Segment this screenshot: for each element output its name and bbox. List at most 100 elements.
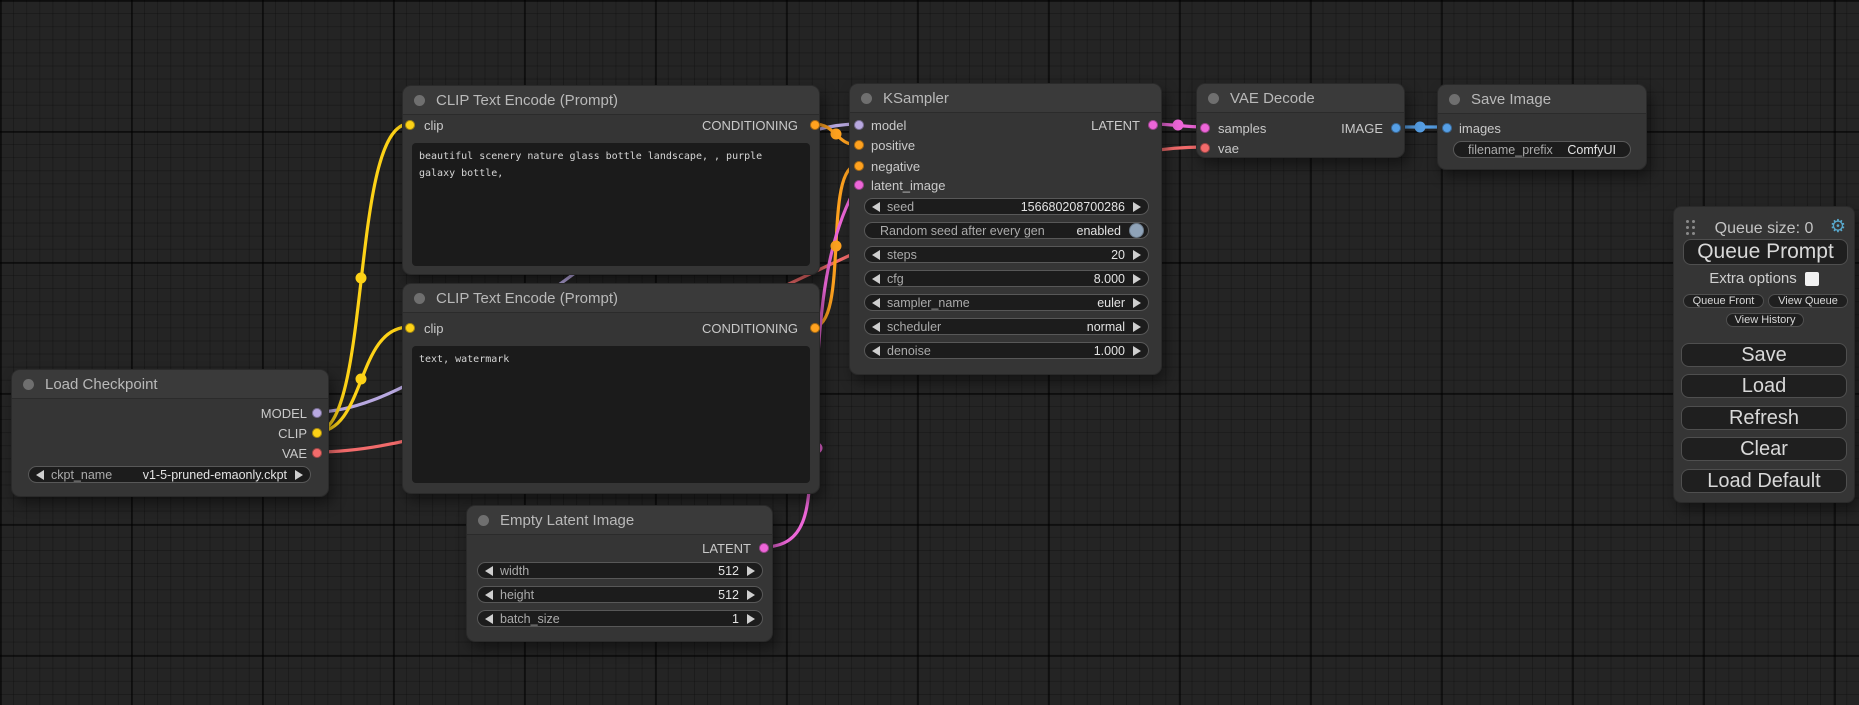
seed-widget[interactable]: seed 156680208700286 bbox=[864, 198, 1149, 215]
load-default-button[interactable]: Load Default bbox=[1681, 469, 1847, 493]
input-slot-images: images bbox=[1438, 118, 1501, 138]
clear-button[interactable]: Clear bbox=[1681, 437, 1847, 461]
input-slot-vae: vae bbox=[1197, 138, 1239, 158]
toggle-enabled-icon[interactable] bbox=[1129, 223, 1144, 238]
input-label: vae bbox=[1218, 141, 1239, 156]
cfg-widget[interactable]: cfg 8.000 bbox=[864, 270, 1149, 287]
view-history-button[interactable]: View History bbox=[1726, 313, 1804, 327]
steps-widget[interactable]: steps 20 bbox=[864, 246, 1149, 263]
increment-arrow-icon[interactable] bbox=[1133, 250, 1141, 260]
clip-input-port[interactable] bbox=[405, 323, 415, 333]
scheduler-widget[interactable]: scheduler normal bbox=[864, 318, 1149, 335]
node-graph-canvas[interactable]: Load Checkpoint MODEL CLIP VAE ckpt_name… bbox=[0, 0, 1859, 705]
denoise-widget[interactable]: denoise 1.000 bbox=[864, 342, 1149, 359]
output-label: CONDITIONING bbox=[702, 321, 798, 336]
increment-arrow-icon[interactable] bbox=[295, 470, 303, 480]
view-queue-button[interactable]: View Queue bbox=[1768, 294, 1848, 308]
increment-arrow-icon[interactable] bbox=[1133, 298, 1141, 308]
node-clip-text-encode-negative[interactable]: CLIP Text Encode (Prompt) clip CONDITION… bbox=[402, 283, 820, 494]
random-seed-toggle-widget[interactable]: Random seed after every gen enabled bbox=[864, 222, 1149, 239]
model-output-port[interactable] bbox=[312, 408, 322, 418]
ckpt-name-widget[interactable]: ckpt_name v1-5-pruned-emaonly.ckpt bbox=[28, 466, 311, 483]
conditioning-output-port[interactable] bbox=[810, 323, 820, 333]
increment-arrow-icon[interactable] bbox=[1133, 346, 1141, 356]
output-label: MODEL bbox=[261, 406, 307, 421]
output-label: LATENT bbox=[702, 541, 751, 556]
images-input-port[interactable] bbox=[1442, 123, 1452, 133]
positive-input-port[interactable] bbox=[854, 140, 864, 150]
widget-label: width bbox=[500, 564, 529, 578]
vae-output-port[interactable] bbox=[312, 448, 322, 458]
width-widget[interactable]: width 512 bbox=[477, 562, 763, 579]
output-slot-clip: CLIP bbox=[278, 423, 328, 443]
decrement-arrow-icon[interactable] bbox=[872, 250, 880, 260]
clip-output-port[interactable] bbox=[312, 428, 322, 438]
batch-size-widget[interactable]: batch_size 1 bbox=[477, 610, 763, 627]
output-slot-model: MODEL bbox=[261, 403, 328, 423]
input-slot-negative: negative bbox=[850, 156, 920, 176]
increment-arrow-icon[interactable] bbox=[747, 590, 755, 600]
collapse-dot-icon[interactable] bbox=[414, 95, 425, 106]
latent-image-input-port[interactable] bbox=[854, 180, 864, 190]
filename-prefix-widget[interactable]: filename_prefix ComfyUI bbox=[1453, 141, 1631, 158]
collapse-dot-icon[interactable] bbox=[414, 293, 425, 304]
decrement-arrow-icon[interactable] bbox=[36, 470, 44, 480]
save-button[interactable]: Save bbox=[1681, 343, 1847, 367]
decrement-arrow-icon[interactable] bbox=[872, 346, 880, 356]
negative-prompt-textarea[interactable]: text, watermark bbox=[412, 346, 810, 483]
latent-output-port[interactable] bbox=[1148, 120, 1158, 130]
collapse-dot-icon[interactable] bbox=[478, 515, 489, 526]
negative-input-port[interactable] bbox=[854, 161, 864, 171]
decrement-arrow-icon[interactable] bbox=[872, 202, 880, 212]
queue-prompt-button[interactable]: Queue Prompt bbox=[1683, 239, 1848, 265]
decrement-arrow-icon[interactable] bbox=[872, 322, 880, 332]
increment-arrow-icon[interactable] bbox=[1133, 202, 1141, 212]
widget-label: height bbox=[500, 588, 534, 602]
output-label: LATENT bbox=[1091, 118, 1140, 133]
node-vae-decode[interactable]: VAE Decode samples IMAGE vae bbox=[1196, 83, 1405, 158]
decrement-arrow-icon[interactable] bbox=[485, 590, 493, 600]
increment-arrow-icon[interactable] bbox=[1133, 322, 1141, 332]
increment-arrow-icon[interactable] bbox=[747, 614, 755, 624]
refresh-button[interactable]: Refresh bbox=[1681, 406, 1847, 430]
extra-options-checkbox[interactable] bbox=[1805, 272, 1819, 286]
decrement-arrow-icon[interactable] bbox=[872, 274, 880, 284]
clip-input-port[interactable] bbox=[405, 120, 415, 130]
gear-icon[interactable]: ⚙ bbox=[1830, 217, 1846, 235]
collapse-dot-icon[interactable] bbox=[23, 379, 34, 390]
node-clip-text-encode-positive[interactable]: CLIP Text Encode (Prompt) clip CONDITION… bbox=[402, 85, 820, 275]
node-ksampler[interactable]: KSampler model LATENT positive negative … bbox=[849, 83, 1162, 375]
collapse-dot-icon[interactable] bbox=[1208, 93, 1219, 104]
latent-output-port[interactable] bbox=[759, 543, 769, 553]
image-output-port[interactable] bbox=[1391, 123, 1401, 133]
samples-input-port[interactable] bbox=[1200, 123, 1210, 133]
link-midpoint-dot bbox=[356, 273, 367, 284]
decrement-arrow-icon[interactable] bbox=[485, 566, 493, 576]
input-label: positive bbox=[871, 138, 915, 153]
node-save-image[interactable]: Save Image images filename_prefix ComfyU… bbox=[1437, 84, 1647, 170]
node-empty-latent-image[interactable]: Empty Latent Image LATENT width 512 heig… bbox=[466, 505, 773, 642]
node-title: Empty Latent Image bbox=[500, 512, 634, 529]
increment-arrow-icon[interactable] bbox=[747, 566, 755, 576]
node-title-bar: VAE Decode bbox=[1197, 84, 1404, 113]
conditioning-output-port[interactable] bbox=[810, 120, 820, 130]
sampler-name-widget[interactable]: sampler_name euler bbox=[864, 294, 1149, 311]
decrement-arrow-icon[interactable] bbox=[872, 298, 880, 308]
decrement-arrow-icon[interactable] bbox=[485, 614, 493, 624]
vae-input-port[interactable] bbox=[1200, 143, 1210, 153]
collapse-dot-icon[interactable] bbox=[1449, 94, 1460, 105]
node-title: CLIP Text Encode (Prompt) bbox=[436, 290, 618, 307]
node-load-checkpoint[interactable]: Load Checkpoint MODEL CLIP VAE ckpt_name… bbox=[11, 369, 329, 497]
widget-label: filename_prefix bbox=[1468, 143, 1553, 157]
node-title: Save Image bbox=[1471, 91, 1551, 108]
widget-value: enabled bbox=[1045, 224, 1121, 238]
collapse-dot-icon[interactable] bbox=[861, 93, 872, 104]
load-button[interactable]: Load bbox=[1681, 374, 1847, 398]
model-input-port[interactable] bbox=[854, 120, 864, 130]
height-widget[interactable]: height 512 bbox=[477, 586, 763, 603]
positive-prompt-textarea[interactable]: beautiful scenery nature glass bottle la… bbox=[412, 143, 810, 266]
queue-front-button[interactable]: Queue Front bbox=[1683, 294, 1764, 308]
increment-arrow-icon[interactable] bbox=[1133, 274, 1141, 284]
widget-value: ComfyUI bbox=[1567, 143, 1616, 157]
output-label: IMAGE bbox=[1341, 121, 1383, 136]
